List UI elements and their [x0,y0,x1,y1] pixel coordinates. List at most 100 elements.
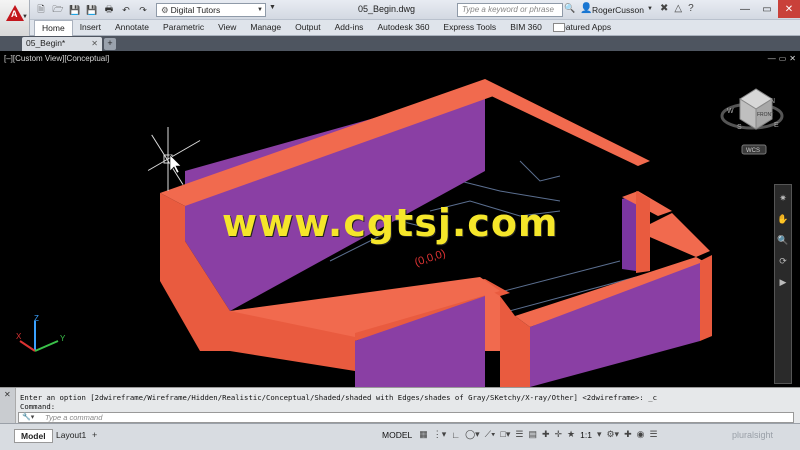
new-file-icon[interactable]: 🗎 [34,3,48,17]
annotation-scale-icon[interactable]: ★ [567,429,575,440]
quick-access-toolbar: 🗎 🗁 💾 💾 🖶 ↶ ↷ [34,3,150,17]
tab-annotate[interactable]: Annotate [108,20,156,36]
mouse-pointer-icon [169,154,182,174]
command-line-grip[interactable]: ✕ [0,388,16,424]
connect-icon[interactable]: △ [674,3,682,14]
user-menu-chevron-icon[interactable]: ▼ [647,6,653,12]
svg-text:N: N [770,98,775,105]
svg-text:Y: Y [60,334,66,343]
annotation-scale[interactable]: 1:1 [580,430,592,440]
showmotion-icon[interactable]: ▶ [775,274,791,290]
user-name[interactable]: RogerCusson [592,5,644,15]
svg-text:E: E [774,122,779,129]
tab-parametric[interactable]: Parametric [156,20,211,36]
isolate-objects-icon[interactable]: ◉ [637,429,645,440]
watermark-text: www.cgtsj.com [222,201,559,245]
drawing-viewport[interactable]: (0,0,0) Z X Y FRONT W E S N WCS [–][Cust… [0,51,800,387]
annotation-visibility-icon[interactable]: ✛ [555,429,563,440]
orbit-icon[interactable]: ⟳ [775,253,791,269]
model-space-button[interactable]: MODEL [382,430,412,440]
annotation-monitor-icon[interactable]: ✚ [624,429,632,440]
save-icon[interactable]: 💾 [68,3,82,17]
wrench-icon[interactable]: 🔧▾ [22,413,34,421]
title-icons: ✖ △ ? [660,3,694,14]
open-file-icon[interactable]: 🗁 [51,3,65,17]
wall-inner-stub [622,195,636,271]
new-tab-button[interactable]: + [104,38,116,50]
close-button[interactable]: ✕ [778,0,800,18]
tab-view[interactable]: View [211,20,243,36]
command-line: ✕ Enter an option [2dwireframe/Wireframe… [0,387,800,424]
tab-bim-360[interactable]: BIM 360 [503,20,549,36]
svg-text:X: X [16,332,22,341]
gear-icon: ⚙ [161,5,169,15]
undo-icon[interactable]: ↶ [119,3,133,17]
svg-text:S: S [737,124,742,131]
tab-express-tools[interactable]: Express Tools [436,20,503,36]
ortho-icon[interactable]: ∟ [451,430,460,440]
isodraft-icon[interactable]: ⟋▾ [485,429,496,440]
wall-inner-back [185,87,485,311]
application-menu-button[interactable]: A ▼ [0,0,30,36]
chevron-down-icon: ▼ [257,7,263,13]
lineweight-icon[interactable]: ☰ [515,429,523,440]
viewport-minimize-icon[interactable]: — [768,54,776,63]
viewport-restore-icon[interactable]: ▭ [779,54,787,63]
viewcube[interactable]: FRONT W E S N [720,88,784,131]
tab-autodesk-360[interactable]: Autodesk 360 [370,20,436,36]
tab-insert[interactable]: Insert [73,20,108,36]
svg-text:Z: Z [34,314,39,323]
save-as-icon[interactable]: 💾 [85,3,99,17]
ucs-icon: Z X Y [16,314,66,352]
brand-watermark: pluralsight [732,430,774,440]
object-snap-icon[interactable]: □▾ [500,429,510,440]
workspace-switch-gear-icon[interactable]: ⚙▾ [606,429,619,440]
exchange-apps-icon[interactable]: ✖ [660,3,668,14]
status-tools: MODEL ▦ ⋮▾ ∟ ◯▾ ⟋▾ □▾ ☰ ▤ ✚ ✛ ★ 1:1 ▾ ⚙▾… [382,429,658,440]
navigation-bar: ✷ ✋ 🔍 ⟳ ▶ [774,184,792,384]
tab-home[interactable]: Home [34,20,73,36]
search-icon[interactable]: 🔍 [564,3,575,14]
restore-button[interactable]: ▭ [756,0,778,18]
tab-manage[interactable]: Manage [243,20,288,36]
steering-wheel-icon[interactable]: ✷ [775,190,791,206]
file-tab-active[interactable]: 05_Begin* ✕ [22,37,102,51]
customize-icon[interactable]: ☰ [649,429,657,440]
grid-icon[interactable]: ▦ [419,429,428,440]
user-icon[interactable]: 👤 [580,3,592,14]
viewport-controls-label[interactable]: [–][Custom View][Conceptual] [4,54,109,63]
add-layout-icon[interactable]: + [92,430,97,440]
chevron-down-icon[interactable]: ▾ [597,429,602,440]
chevron-down-icon: ▼ [22,14,28,20]
ribbon-tab-bar: Home Insert Annotate Parametric View Manage Ou… [0,20,800,36]
window-controls: — ▭ ✕ [734,0,800,18]
workspace-selector[interactable]: ⚙ Digital Tutors ▼ [156,3,266,17]
help-icon[interactable]: ? [688,3,694,14]
redo-icon[interactable]: ↷ [136,3,150,17]
title-bar: 🗎 🗁 💾 💾 🖶 ↶ ↷ ⚙ Digital Tutors ▼ ▼ 05_Beg… [0,0,800,20]
gizmo-icon[interactable]: ✚ [542,429,550,440]
search-input[interactable]: Type a keyword or phrase [457,3,563,17]
viewport-close-icon[interactable]: ✕ [789,54,796,63]
svg-text:W: W [727,108,734,115]
close-icon[interactable]: ✕ [4,390,11,399]
close-tab-icon[interactable]: ✕ [91,37,98,50]
command-input[interactable]: 🔧▾ Type a command [18,412,794,423]
tab-layout1[interactable]: Layout1 [50,429,92,443]
minimize-ribbon-button[interactable] [553,23,565,32]
tab-model[interactable]: Model [14,429,53,443]
plot-icon[interactable]: 🖶 [102,3,116,17]
wcs-label: WCS [746,148,760,154]
zoom-icon[interactable]: 🔍 [775,232,791,248]
customize-toolbar-icon[interactable]: ▼ [269,4,276,11]
file-tab-label: 05_Begin* [26,38,66,48]
snap-icon[interactable]: ⋮▾ [433,429,447,440]
tab-output[interactable]: Output [288,20,328,36]
tab-add-ins[interactable]: Add-ins [328,20,371,36]
pan-icon[interactable]: ✋ [775,211,791,227]
command-input-placeholder: Type a command [45,413,103,422]
workspace-label: Digital Tutors [170,5,221,15]
selection-cycling-icon[interactable]: ▤ [528,429,537,440]
minimize-button[interactable]: — [734,0,756,18]
polar-icon[interactable]: ◯▾ [465,429,480,440]
